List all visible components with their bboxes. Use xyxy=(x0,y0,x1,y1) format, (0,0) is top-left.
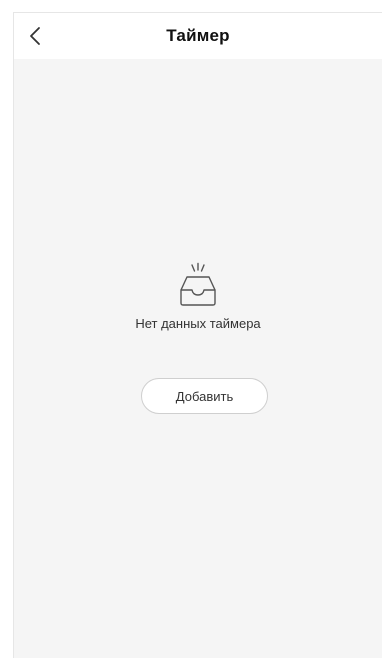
timer-screen: Таймер Нет данных таймера Добавить xyxy=(13,12,382,658)
empty-inbox-icon xyxy=(180,262,216,306)
empty-message: Нет данных таймера xyxy=(135,316,261,331)
add-timer-button[interactable]: Добавить xyxy=(141,378,268,414)
page-title: Таймер xyxy=(166,26,230,45)
header-bar: Таймер xyxy=(14,13,382,59)
empty-state: Нет данных таймера xyxy=(14,262,382,331)
